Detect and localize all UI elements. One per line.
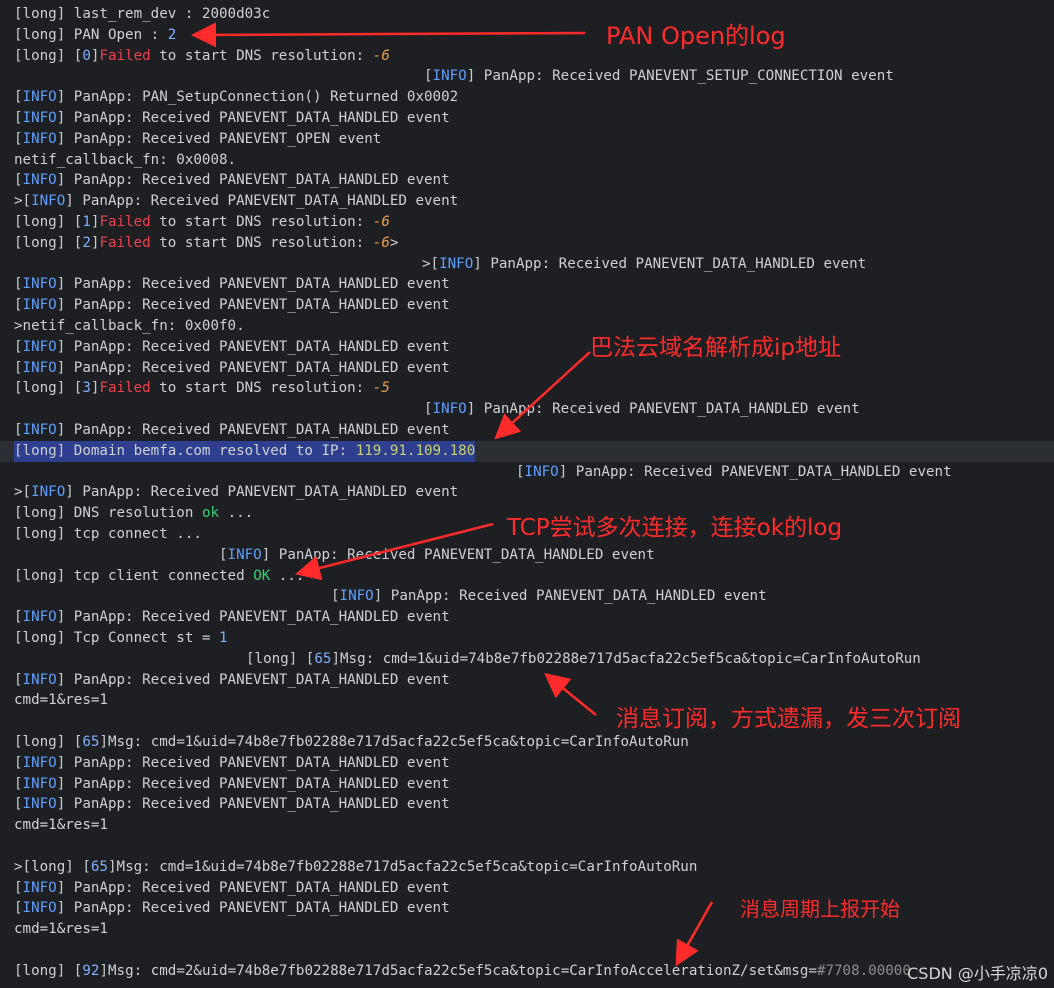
- annotation-dns-resolved: 巴法云域名解析成ip地址: [590, 335, 841, 361]
- annotation-pan-open: PAN Open的log: [606, 22, 786, 50]
- annotation-tcp-connected: TCP尝试多次连接，连接ok的log: [507, 515, 843, 541]
- annotation-subscribe: 消息订阅，方式遗漏，发三次订阅: [616, 706, 961, 732]
- arrow-tcp-connected: [295, 522, 494, 581]
- watermark: CSDN @小手凉凉0: [907, 964, 1048, 983]
- arrow-dns-resolved: [494, 351, 591, 440]
- arrow-periodic-report: [675, 901, 714, 967]
- arrow-pan-open: [191, 22, 586, 48]
- annotation-periodic-report: 消息周期上报开始: [740, 897, 900, 921]
- arrow-subscribe: [544, 672, 597, 716]
- annotation-arrows: [191, 22, 714, 967]
